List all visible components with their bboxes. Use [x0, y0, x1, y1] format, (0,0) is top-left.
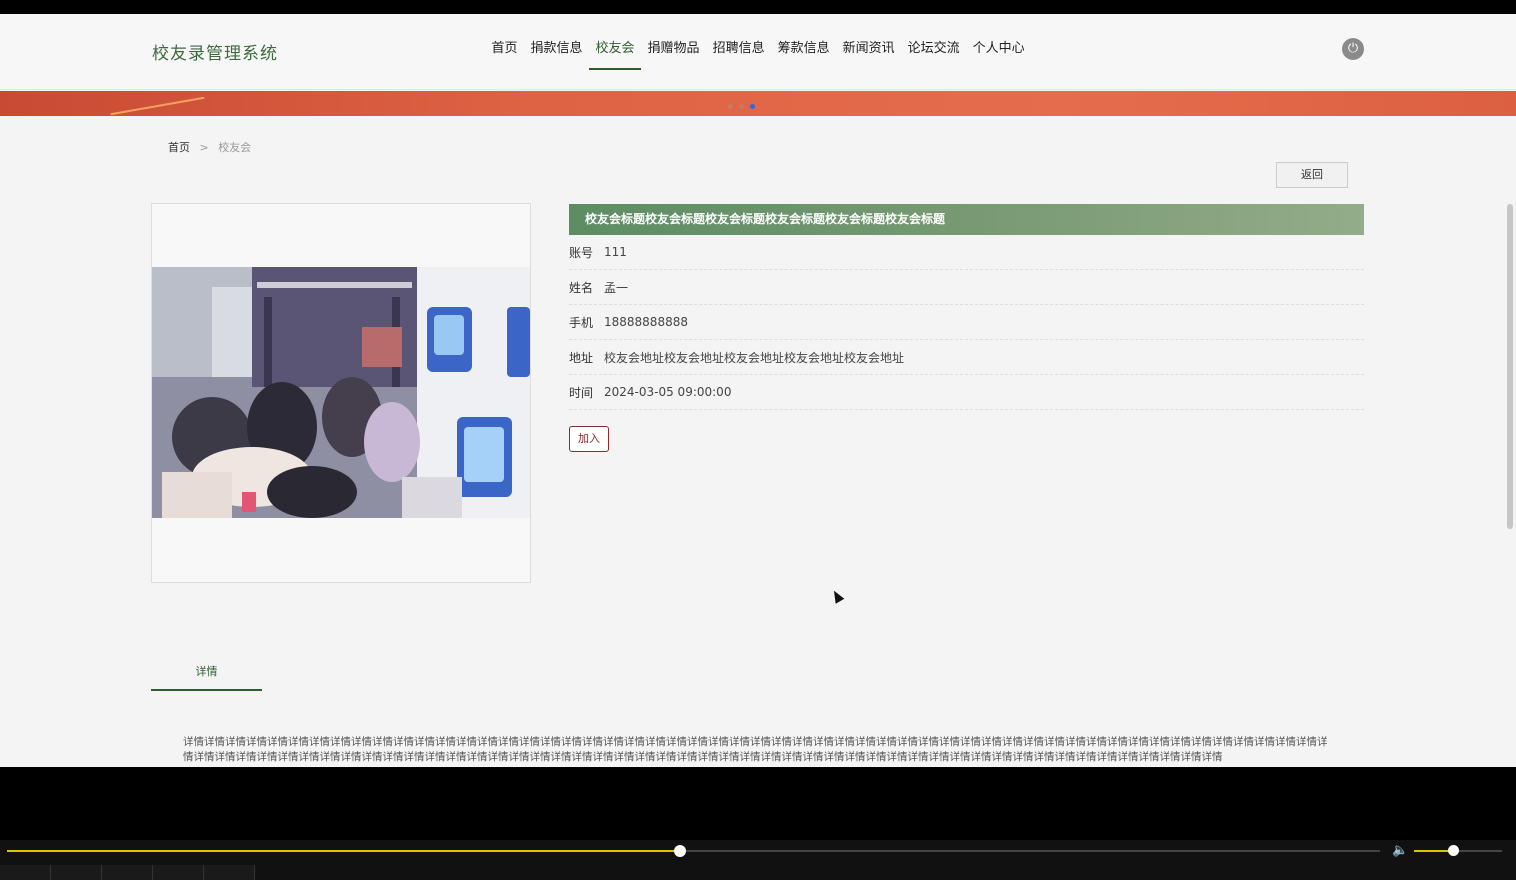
back-button[interactable]: 返回 [1276, 162, 1348, 188]
detail-row: 地址 校友会地址校友会地址校友会地址校友会地址校友会地址 [569, 340, 1364, 375]
cover-image-frame [151, 203, 531, 583]
taskbar-cell [153, 865, 204, 880]
detail-row: 账号 111 [569, 235, 1364, 270]
banner-decoration [110, 96, 205, 116]
cover-photo [152, 267, 530, 518]
nav-item-8[interactable]: 个人中心 [966, 14, 1031, 90]
nav-item-5[interactable]: 筹款信息 [771, 14, 836, 90]
site-logo[interactable]: 校友录管理系统 [152, 39, 278, 64]
taskbar-cell [102, 865, 153, 880]
detail-title: 校友会标题校友会标题校友会标题校友会标题校友会标题校友会标题 [569, 204, 1364, 235]
volume-track[interactable] [1414, 845, 1502, 856]
breadcrumb-current: 校友会 [218, 141, 252, 154]
player-controls: 🔈 [0, 840, 1516, 880]
volume-knob[interactable] [1447, 845, 1459, 856]
breadcrumb-home[interactable]: 首页 [168, 141, 190, 154]
nav-item-6[interactable]: 新闻资讯 [836, 14, 901, 90]
detail-row: 姓名 孟一 [569, 270, 1364, 305]
progress-fill [7, 850, 680, 852]
nav-item-3[interactable]: 捐赠物品 [641, 14, 706, 90]
speaker-icon[interactable]: 🔈 [1392, 843, 1408, 858]
detail-info-panel: 校友会标题校友会标题校友会标题校友会标题校友会标题校友会标题 账号 111 姓名 孟一… [569, 204, 1364, 452]
nav-item-0[interactable]: 首页 [485, 14, 524, 90]
detail-row-label: 账号 [569, 245, 594, 260]
join-button[interactable]: 加入 [569, 426, 609, 452]
detail-row: 手机 18888888888 [569, 305, 1364, 340]
taskbar-cell [0, 865, 51, 880]
power-icon[interactable]: ⏻ [1342, 38, 1364, 60]
detail-row-value: 校友会地址校友会地址校友会地址校友会地址校友会地址 [604, 350, 905, 365]
nav-item-7[interactable]: 论坛交流 [901, 14, 966, 90]
progress-track[interactable] [7, 845, 1380, 857]
nav-item-2[interactable]: 校友会 [589, 14, 642, 90]
detail-row-label: 手机 [569, 315, 594, 330]
screen-top-bar [0, 0, 1516, 14]
detail-row-value: 2024-03-05 09:00:00 [604, 385, 732, 399]
detail-body-text: 详情详情详情详情详情详情详情详情详情详情详情详情详情详情详情详情详情详情详情详情… [183, 736, 1328, 763]
carousel-dots [728, 104, 755, 109]
site-header: 校友录管理系统 首页 捐款信息 校友会 捐赠物品 招聘信息 筹款信息 新闻资讯 论坛交流 个人中… [0, 14, 1516, 90]
breadcrumb: 首页 > 校友会 [168, 139, 251, 155]
taskbar-strip [0, 865, 1516, 880]
tab-detail[interactable]: 详情 [151, 657, 262, 691]
detail-row-label: 时间 [569, 385, 594, 400]
carousel-dot[interactable] [728, 104, 733, 109]
taskbar-cell [51, 865, 102, 880]
detail-fields: 账号 111 姓名 孟一手机 18888888888 地址 校友会地址校友会地址校友会地址校… [569, 235, 1364, 410]
page-scrollbar[interactable] [1507, 204, 1513, 529]
detail-row: 时间 2024-03-05 09:00:00 [569, 375, 1364, 410]
detail-row-value: 孟一 [604, 280, 629, 295]
video-player-bar: 🔈 [0, 767, 1516, 880]
nav-item-4[interactable]: 招聘信息 [706, 14, 771, 90]
browser-viewport: 校友录管理系统 首页 捐款信息 校友会 捐赠物品 招聘信息 筹款信息 新闻资讯 论坛交流 个人中… [0, 14, 1516, 767]
banner-carousel[interactable] [0, 91, 1516, 116]
detail-row-label: 地址 [569, 350, 594, 365]
detail-row-value: 111 [604, 245, 627, 259]
cover-photo-illustration [152, 267, 530, 518]
progress-knob[interactable] [673, 845, 686, 857]
detail-row-value: 18888888888 [604, 315, 688, 329]
breadcrumb-separator: > [199, 141, 209, 154]
mouse-cursor [829, 588, 845, 604]
taskbar-cell [204, 865, 255, 880]
main-nav: 首页 捐款信息 校友会 捐赠物品 招聘信息 筹款信息 新闻资讯 论坛交流 个人中心 [485, 14, 1031, 90]
volume-fill [1414, 850, 1453, 852]
nav-item-1[interactable]: 捐款信息 [524, 14, 589, 90]
carousel-dot[interactable] [750, 104, 755, 109]
detail-row-label: 姓名 [569, 280, 594, 295]
carousel-dot[interactable] [739, 104, 744, 109]
